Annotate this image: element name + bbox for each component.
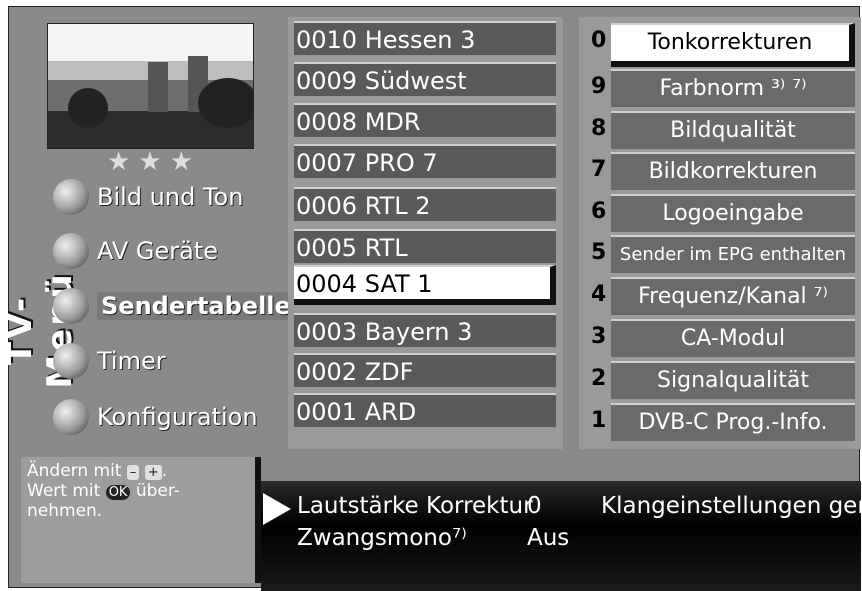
ok-key-icon: OK <box>105 485 131 500</box>
pointer-arrow-icon <box>263 493 291 525</box>
option-number: 2 <box>591 366 607 391</box>
option-logoeingabe[interactable]: 6 Logoeingabe <box>585 194 855 232</box>
option-number: 8 <box>591 116 607 141</box>
menu-item-label: Bild und Ton <box>97 183 244 211</box>
option-label: Bildqualität <box>611 111 855 149</box>
menu-item-timer[interactable]: Timer <box>53 343 166 379</box>
sound-correction-bar: Lautstärke Korrektur 0 Klangeinstellunge… <box>261 481 862 591</box>
menu-item-label: Sendertabelle <box>97 292 295 320</box>
help-hint-box: Ändern mit – +. Wert mit OK über- nehmen… <box>21 457 261 583</box>
option-bildkorrekturen[interactable]: 7 Bildkorrekturen <box>585 152 855 190</box>
forced-mono-label: Zwangsmono⁷⁾ <box>297 525 467 551</box>
option-label: Tonkorrekturen <box>611 23 855 67</box>
option-label: Farbnorm ³⁾ ⁷⁾ <box>611 69 855 107</box>
option-farbnorm[interactable]: 9 Farbnorm ³⁾ ⁷⁾ <box>585 69 855 107</box>
option-label: Sender im EPG enthalten <box>611 235 855 273</box>
channel-row[interactable]: 0002 ZDF <box>294 353 556 387</box>
hint-text: über- <box>135 481 180 501</box>
menu-ball-icon <box>53 179 89 215</box>
menu-ball-icon <box>53 399 89 435</box>
menu-item-sendertabelle[interactable]: Sendertabelle <box>53 288 295 324</box>
option-number: 5 <box>591 240 607 265</box>
menu-item-av-geraete[interactable]: AV Geräte <box>53 233 218 269</box>
minus-key-icon: – <box>126 465 140 480</box>
menu-item-label: AV Geräte <box>97 237 219 265</box>
channel-row-selected[interactable]: 0004 SAT 1 <box>294 265 556 305</box>
channel-row[interactable]: 0006 RTL 2 <box>294 187 556 221</box>
channel-options-list: 0 Tonkorrekturen 9 Farbnorm ³⁾ ⁷⁾ 8 Bild… <box>579 17 861 449</box>
tv-menu-screen: ★★★ TV-Menü Bild und Ton AV Geräte Sende… <box>0 6 862 591</box>
menu-ball-icon <box>53 288 89 324</box>
channel-row[interactable]: 0003 Bayern 3 <box>294 313 556 347</box>
option-label: Bildkorrekturen <box>611 152 855 190</box>
option-number: 9 <box>591 74 607 99</box>
option-number: 0 <box>591 28 607 53</box>
channel-row[interactable]: 0009 Südwest <box>294 62 556 96</box>
channel-preview-image <box>47 23 254 149</box>
option-label: Frequenz/Kanal ⁷⁾ <box>611 277 855 315</box>
volume-correction-value[interactable]: 0 <box>527 493 542 519</box>
channel-row[interactable]: 0007 PRO 7 <box>294 144 556 178</box>
option-label: Signalqualität <box>611 361 855 399</box>
plus-key-icon: + <box>144 465 162 480</box>
channel-row[interactable]: 0005 RTL <box>294 229 556 263</box>
menu-ball-icon <box>53 233 89 269</box>
volume-correction-label: Lautstärke Korrektur <box>297 493 533 519</box>
menu-item-label: Konfiguration <box>97 403 258 431</box>
option-number: 4 <box>591 282 607 307</box>
channel-list: 0010 Hessen 3 0009 Südwest 0008 MDR 0007… <box>288 17 563 449</box>
option-label: CA-Modul <box>611 319 855 357</box>
menu-item-bild-und-ton[interactable]: Bild und Ton <box>53 179 243 215</box>
option-number: 3 <box>591 324 607 349</box>
channel-row[interactable]: 0010 Hessen 3 <box>294 21 556 55</box>
option-number: 7 <box>591 157 607 182</box>
hint-text: nehmen. <box>27 501 103 521</box>
option-number: 1 <box>591 408 607 433</box>
option-bildqualitaet[interactable]: 8 Bildqualität <box>585 111 855 149</box>
rating-stars: ★★★ <box>107 147 201 177</box>
option-frequenz-kanal[interactable]: 4 Frequenz/Kanal ⁷⁾ <box>585 277 855 315</box>
option-ca-modul[interactable]: 3 CA-Modul <box>585 319 855 357</box>
option-label: DVB-C Prog.-Info. <box>611 403 855 441</box>
menu-item-konfiguration[interactable]: Konfiguration <box>53 399 258 435</box>
option-label: Logoeingabe <box>611 194 855 232</box>
hint-text: . <box>161 461 168 481</box>
menu-vertical-title: TV-Menü <box>0 271 80 389</box>
option-sender-im-epg[interactable]: 5 Sender im EPG enthalten <box>585 235 855 273</box>
option-number: 6 <box>591 199 607 224</box>
sound-settings-hint: Klangeinstellungen gen. <box>601 493 862 519</box>
channel-row[interactable]: 0008 MDR <box>294 103 556 137</box>
hint-text: Ändern mit <box>27 461 122 481</box>
menu-item-label: Timer <box>97 347 166 375</box>
forced-mono-value[interactable]: Aus <box>527 525 569 551</box>
menu-ball-icon <box>53 343 89 379</box>
option-signalqualitaet[interactable]: 2 Signalqualität <box>585 361 855 399</box>
channel-row[interactable]: 0001 ARD <box>294 393 556 427</box>
hint-text: Wert mit <box>27 481 101 501</box>
option-tonkorrekturen[interactable]: 0 Tonkorrekturen <box>585 23 855 67</box>
option-dvb-c-prog-info[interactable]: 1 DVB-C Prog.-Info. <box>585 403 855 441</box>
